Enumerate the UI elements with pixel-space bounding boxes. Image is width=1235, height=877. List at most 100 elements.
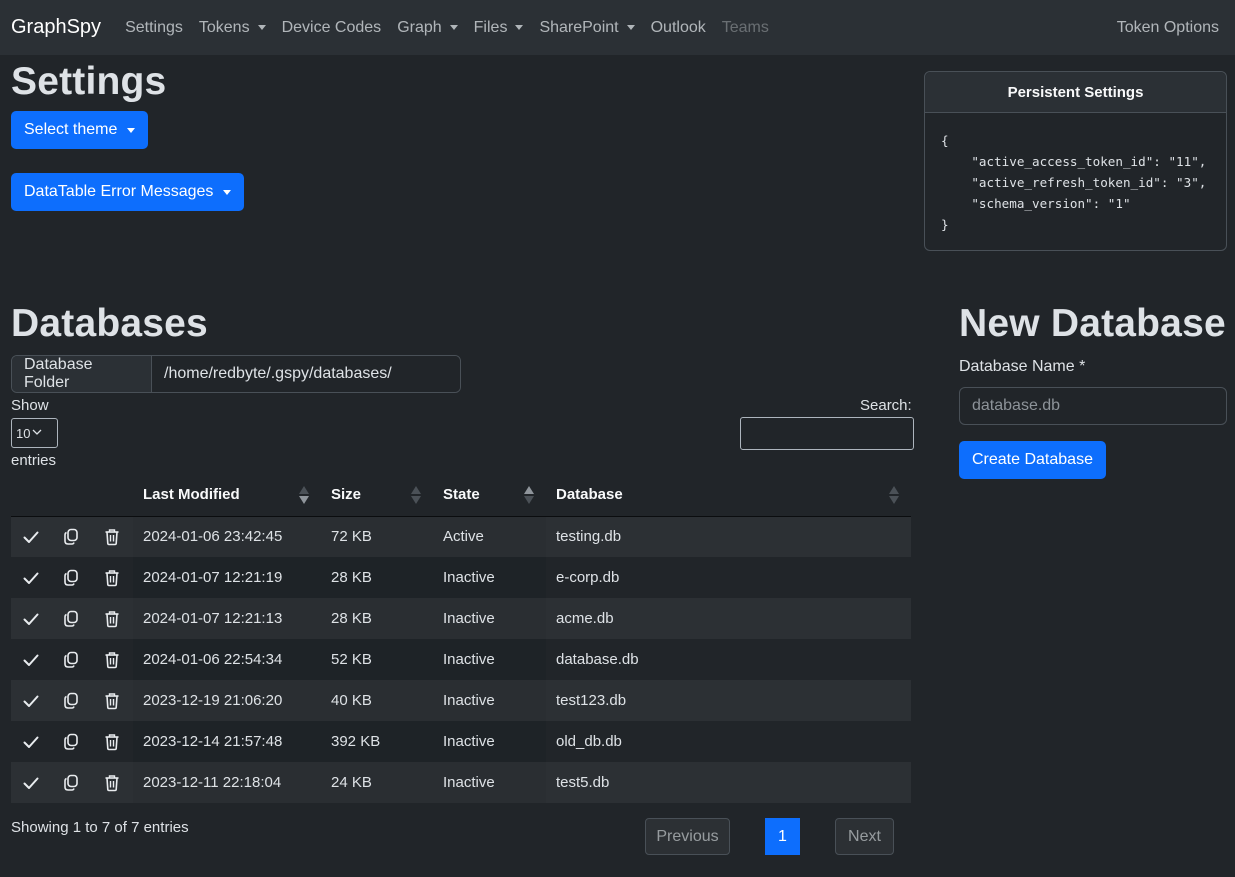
nav-files[interactable]: Files [474, 19, 524, 37]
activate-database-button[interactable] [22, 733, 40, 751]
table-info: Showing 1 to 7 of 7 entries [11, 819, 189, 836]
nav-device-codes[interactable]: Device Codes [282, 19, 382, 37]
duplicate-database-button[interactable] [63, 528, 79, 546]
database-folder-group: Database Folder [11, 355, 461, 393]
nav-item-label: Settings [125, 18, 183, 36]
column-header-size[interactable]: Size [321, 474, 433, 517]
activate-database-button[interactable] [22, 651, 40, 669]
activate-database-button[interactable] [22, 569, 40, 587]
database-name-input[interactable] [959, 387, 1227, 425]
nav-item-label: Tokens [198, 18, 250, 36]
nav-sharepoint[interactable]: SharePoint [539, 19, 635, 37]
nav-item-label: Graph [397, 18, 442, 36]
check-icon [22, 774, 40, 792]
cell-size: 72 KB [321, 516, 433, 557]
caret-down-icon [515, 25, 524, 30]
settings-title: Settings [11, 60, 167, 103]
delete-database-button[interactable] [104, 528, 120, 546]
nav-settings[interactable]: Settings [125, 19, 183, 37]
action-cell [11, 598, 51, 639]
cell-size: 40 KB [321, 680, 433, 721]
table-row: 2023-12-19 21:06:20 40 KB Inactive test123.… [11, 680, 911, 721]
check-icon [22, 651, 40, 669]
action-cell [11, 516, 51, 557]
delete-database-button[interactable] [104, 774, 120, 792]
trash-icon [104, 651, 120, 669]
activate-database-button[interactable] [22, 692, 40, 710]
column-header-state[interactable]: State [433, 474, 546, 517]
cell-database: testing.db [546, 516, 911, 557]
cell-database: acme.db [546, 598, 911, 639]
select-theme-button[interactable]: Select theme [11, 111, 149, 149]
trash-icon [104, 528, 120, 546]
create-database-button[interactable]: Create Database [959, 441, 1106, 479]
table-row: 2024-01-06 23:42:45 72 KB Active testing.db [11, 516, 911, 557]
persistent-settings-title: Persistent Settings [925, 72, 1226, 113]
cell-last-modified: 2024-01-07 12:21:19 [133, 557, 321, 598]
duplicate-database-button[interactable] [63, 610, 79, 628]
datatable-errors-button[interactable]: DataTable Error Messages [11, 173, 245, 211]
delete-database-button[interactable] [104, 651, 120, 669]
sort-icon [889, 485, 899, 504]
column-header-delete [91, 474, 133, 517]
pagination-next[interactable]: Next [835, 818, 894, 855]
caret-down-icon [449, 25, 458, 30]
copy-icon [63, 528, 79, 546]
database-folder-input[interactable] [152, 356, 460, 392]
cell-last-modified: 2024-01-06 22:54:34 [133, 639, 321, 680]
page-length-select[interactable]: 10 [11, 418, 58, 448]
cell-database: old_db.db [546, 721, 911, 762]
column-header-select [11, 474, 51, 517]
delete-database-button[interactable] [104, 610, 120, 628]
column-header-last-modified[interactable]: Last Modified [133, 474, 321, 517]
delete-database-button[interactable] [104, 733, 120, 751]
duplicate-database-button[interactable] [63, 692, 79, 710]
activate-database-button[interactable] [22, 610, 40, 628]
action-cell [91, 598, 133, 639]
search-label: Search: [860, 397, 912, 414]
sort-asc-icon [524, 485, 534, 504]
pagination-previous[interactable]: Previous [645, 818, 730, 855]
action-cell [11, 721, 51, 762]
nav-menu: Settings Tokens Device Codes Graph Files Shar… [125, 19, 785, 37]
check-icon [22, 692, 40, 710]
activate-database-button[interactable] [22, 774, 40, 792]
duplicate-database-button[interactable] [63, 733, 79, 751]
database-folder-label: Database Folder [12, 356, 152, 392]
duplicate-database-button[interactable] [63, 774, 79, 792]
database-name-label: Database Name * [959, 358, 1086, 375]
cell-state: Active [433, 516, 546, 557]
column-header-database[interactable]: Database [546, 474, 911, 517]
activate-database-button[interactable] [22, 528, 40, 546]
delete-database-button[interactable] [104, 692, 120, 710]
nav-tokens[interactable]: Tokens [199, 19, 266, 37]
action-cell [91, 721, 133, 762]
persistent-settings-card: Persistent Settings { "active_access_tok… [924, 71, 1227, 251]
chevron-down-icon [32, 427, 42, 439]
nav-token-options[interactable]: Token Options [1117, 19, 1219, 37]
table-row: 2024-01-07 12:21:13 28 KB Inactive acme.db [11, 598, 911, 639]
brand-link[interactable]: GraphSpy [11, 16, 101, 39]
delete-database-button[interactable] [104, 569, 120, 587]
column-header-label: State [443, 486, 480, 504]
duplicate-database-button[interactable] [63, 569, 79, 587]
cell-last-modified: 2023-12-14 21:57:48 [133, 721, 321, 762]
nav-outlook[interactable]: Outlook [651, 19, 706, 37]
check-icon [22, 528, 40, 546]
nav-item-label: Outlook [650, 18, 706, 36]
check-icon [22, 610, 40, 628]
sort-desc-icon [299, 485, 309, 504]
copy-icon [63, 610, 79, 628]
check-icon [22, 569, 40, 587]
cell-size: 392 KB [321, 721, 433, 762]
action-cell [11, 639, 51, 680]
search-input[interactable] [740, 417, 914, 450]
pagination-page-1[interactable]: 1 [765, 818, 800, 855]
action-cell [91, 680, 133, 721]
copy-icon [63, 692, 79, 710]
duplicate-database-button[interactable] [63, 651, 79, 669]
cell-last-modified: 2023-12-11 22:18:04 [133, 762, 321, 803]
nav-graph[interactable]: Graph [397, 18, 458, 37]
column-header-label: Size [331, 486, 362, 504]
nav-item-label: Device Codes [281, 18, 382, 36]
